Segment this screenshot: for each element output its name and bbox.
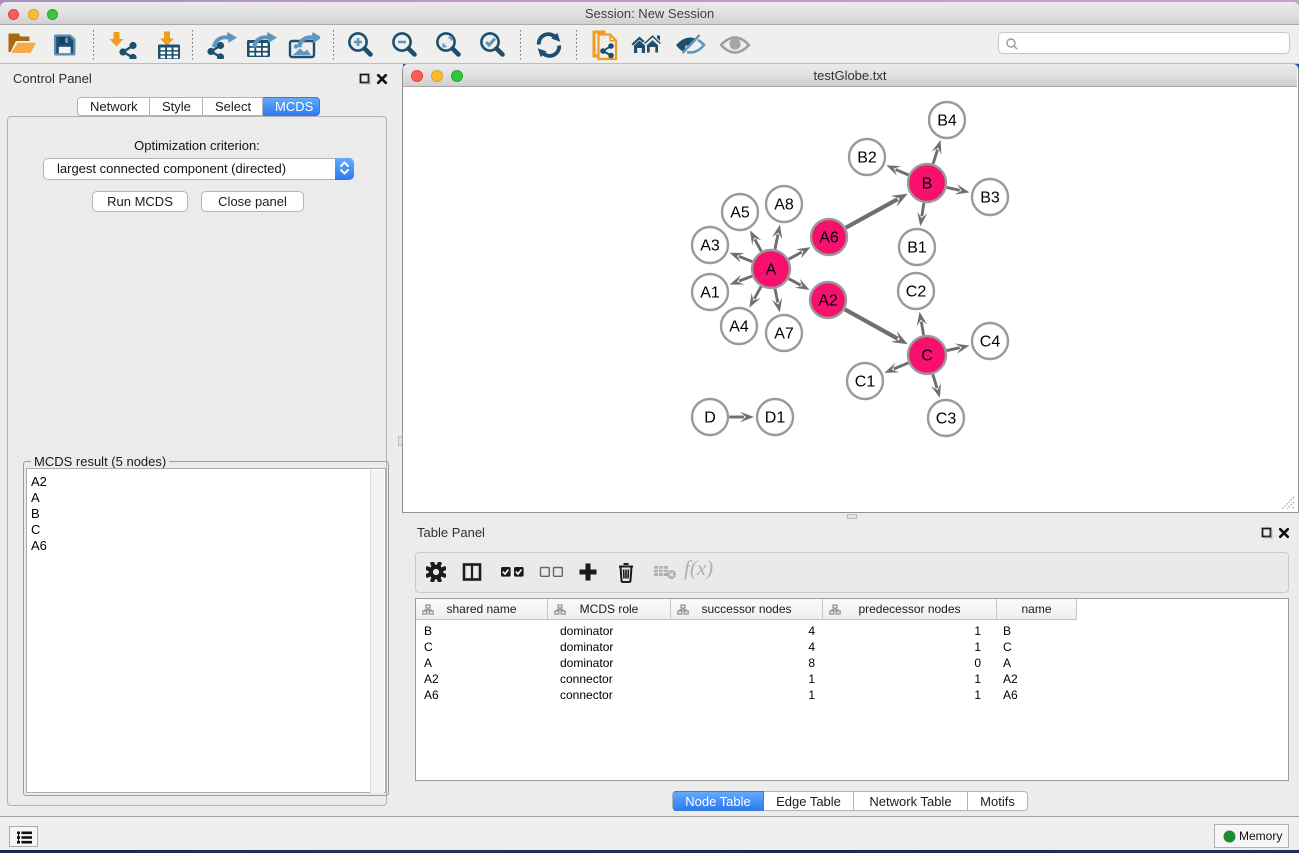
svg-text:C: C bbox=[921, 348, 933, 365]
svg-text:A3: A3 bbox=[700, 238, 720, 255]
svg-text:D1: D1 bbox=[765, 410, 786, 427]
svg-text:B1: B1 bbox=[907, 240, 927, 257]
svg-text:A1: A1 bbox=[700, 285, 720, 302]
svg-text:C3: C3 bbox=[936, 411, 957, 428]
svg-text:A6: A6 bbox=[819, 230, 839, 247]
svg-text:A7: A7 bbox=[774, 326, 794, 343]
svg-text:B: B bbox=[922, 176, 933, 193]
svg-text:B3: B3 bbox=[980, 190, 1000, 207]
svg-text:A: A bbox=[766, 262, 777, 279]
svg-text:A4: A4 bbox=[729, 319, 749, 336]
svg-text:C2: C2 bbox=[906, 284, 927, 301]
svg-text:B2: B2 bbox=[857, 150, 877, 167]
svg-text:A2: A2 bbox=[818, 293, 838, 310]
svg-text:D: D bbox=[704, 410, 716, 427]
svg-text:A5: A5 bbox=[730, 205, 750, 222]
svg-text:C4: C4 bbox=[980, 334, 1001, 351]
svg-text:A8: A8 bbox=[774, 197, 794, 214]
svg-text:C1: C1 bbox=[855, 374, 876, 391]
svg-text:B4: B4 bbox=[937, 113, 957, 130]
